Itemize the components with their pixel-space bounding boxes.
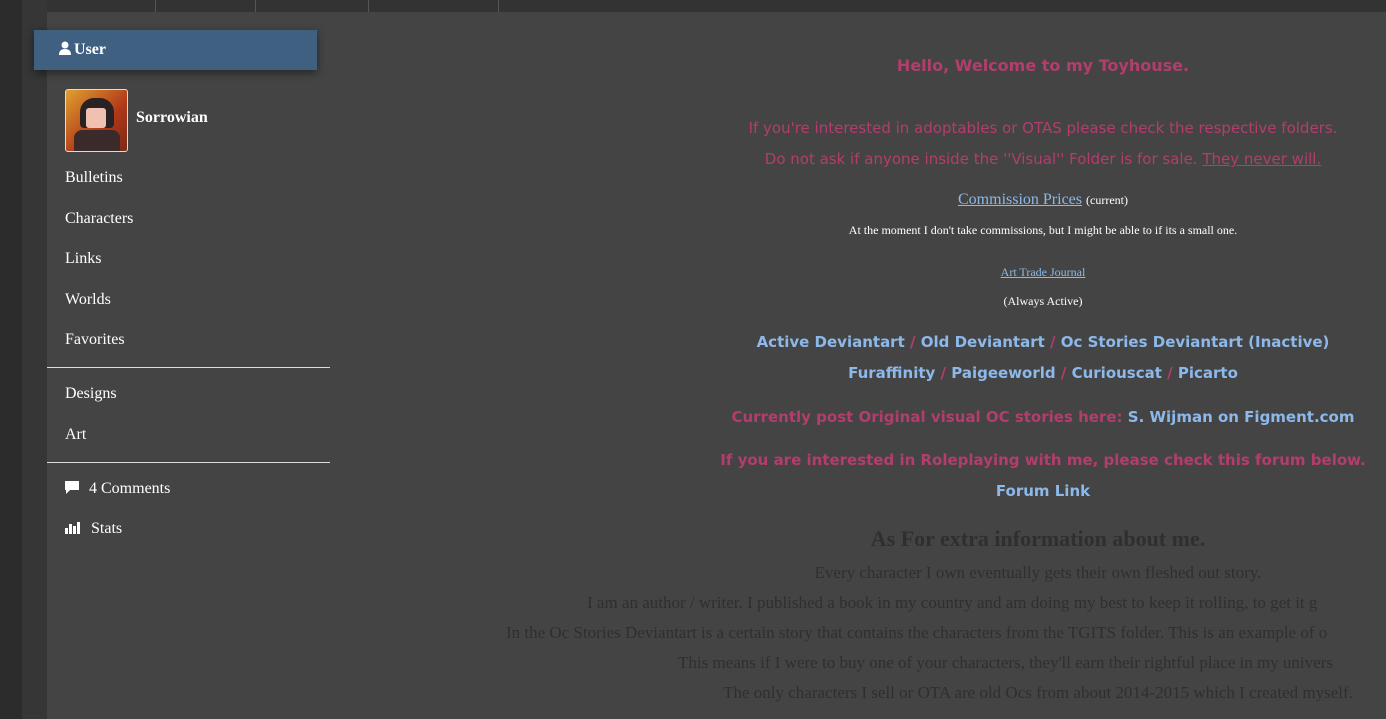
window-edge xyxy=(0,0,22,719)
adopt-text: If you're interested in adoptables or OT… xyxy=(748,119,1338,137)
social-links-row1: Active Deviantart / Old Deviantart / Oc … xyxy=(700,333,1386,351)
sidebar-divider xyxy=(47,462,330,463)
sidebar-item-worlds[interactable]: Worlds xyxy=(65,291,111,309)
divider xyxy=(155,0,156,12)
paigeeworld-link[interactable]: Paigeeworld xyxy=(951,364,1055,382)
figment-prefix: Currently post Original visual OC storie… xyxy=(731,408,1123,426)
extra-line: This means if I were to buy one of your … xyxy=(678,653,1333,672)
extra-line: I am an author / writer. I published a b… xyxy=(587,593,1318,612)
figment-link[interactable]: S. Wijman on Figment.com xyxy=(1128,408,1355,426)
divider xyxy=(255,0,256,12)
roleplay-text: If you are interested in Roleplaying wit… xyxy=(720,451,1366,469)
current-label: (current) xyxy=(1086,193,1128,207)
extra-info-heading: As For extra information about me. xyxy=(870,526,1206,551)
separator: / xyxy=(910,333,916,351)
picarto-link[interactable]: Picarto xyxy=(1178,364,1238,382)
commission-line: Commission Prices (current) xyxy=(700,191,1386,209)
sidebar-header-user: User xyxy=(34,30,317,70)
sidebar-item-designs[interactable]: Designs xyxy=(65,385,117,403)
user-icon xyxy=(59,41,71,55)
divider xyxy=(368,0,369,12)
old-deviantart-link[interactable]: Old Deviantart xyxy=(921,333,1045,351)
forum-link[interactable]: Forum Link xyxy=(700,482,1386,500)
comment-icon xyxy=(65,481,79,494)
bar-chart-icon xyxy=(65,522,80,534)
extra-line: The only characters I sell or OTA are ol… xyxy=(723,683,1353,702)
visual-text: Do not ask if anyone inside the ''Visual… xyxy=(700,150,1386,168)
separator: / xyxy=(940,364,947,382)
curiouscat-link[interactable]: Curiouscat xyxy=(1072,364,1162,382)
comments-label: 4 Comments xyxy=(89,480,171,497)
commission-prices-link[interactable]: Commission Prices xyxy=(958,191,1082,208)
art-trade-journal-link[interactable]: Art Trade Journal xyxy=(1001,265,1086,279)
stats-label: Stats xyxy=(91,520,123,537)
sidebar-item-links[interactable]: Links xyxy=(65,250,101,268)
always-active-label: (Always Active) xyxy=(1003,294,1083,308)
social-links-row2: Furaffinity / Paigeeworld / Curiouscat /… xyxy=(700,364,1386,382)
divider xyxy=(498,0,499,12)
sidebar-item-characters[interactable]: Characters xyxy=(65,210,133,228)
separator: / xyxy=(1060,364,1067,382)
sidebar-item-favorites[interactable]: Favorites xyxy=(65,331,125,349)
extra-line: Every character I own eventually gets th… xyxy=(814,563,1262,582)
never-text: They never will. xyxy=(1202,150,1322,168)
sidebar-header-label: User xyxy=(74,41,106,58)
separator: / xyxy=(1167,364,1173,382)
oc-stories-deviantart-link[interactable]: Oc Stories Deviantart (Inactive) xyxy=(1061,333,1330,351)
figment-line: Currently post Original visual OC storie… xyxy=(700,408,1386,426)
sidebar-item-stats[interactable]: Stats xyxy=(65,520,122,538)
furaffinity-link[interactable]: Furaffinity xyxy=(848,364,935,382)
welcome-heading: Hello, Welcome to my Toyhouse. xyxy=(896,56,1190,75)
avatar[interactable] xyxy=(65,89,128,152)
username-link[interactable]: Sorrowian xyxy=(136,109,208,127)
sidebar-item-art[interactable]: Art xyxy=(65,426,86,444)
sidebar-divider xyxy=(47,367,330,368)
visual-line: Do not ask if anyone inside the ''Visual… xyxy=(764,150,1198,168)
active-deviantart-link[interactable]: Active Deviantart xyxy=(757,333,905,351)
sidebar-item-bulletins[interactable]: Bulletins xyxy=(65,169,123,187)
window-edge xyxy=(22,0,47,719)
sidebar-item-comments[interactable]: 4 Comments xyxy=(65,480,170,498)
separator: / xyxy=(1050,333,1056,351)
commission-note: At the moment I don't take commissions, … xyxy=(848,223,1238,237)
extra-line: In the Oc Stories Deviantart is a certai… xyxy=(506,623,1328,642)
art-trade-line: Art Trade Journal xyxy=(700,265,1386,280)
